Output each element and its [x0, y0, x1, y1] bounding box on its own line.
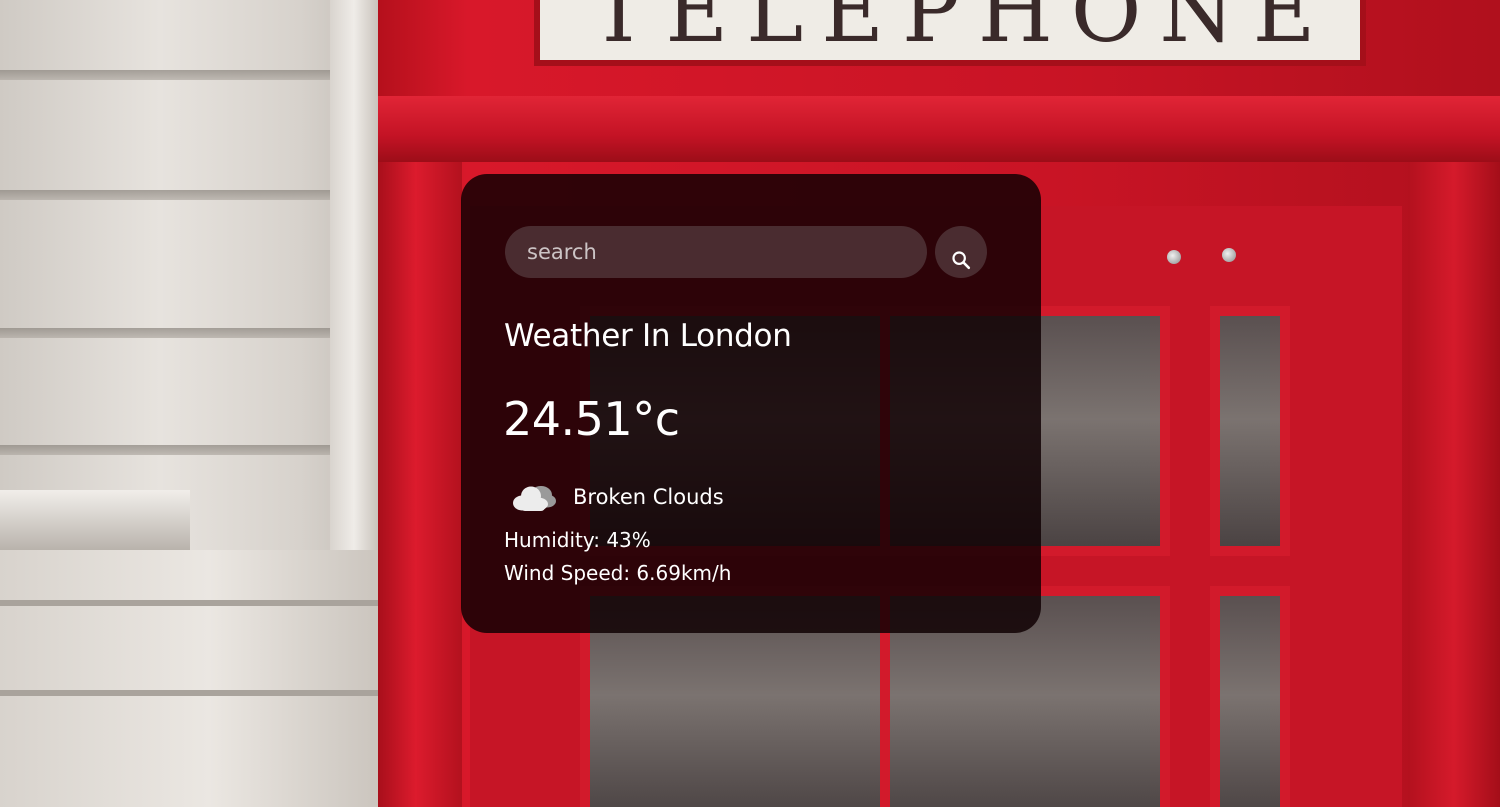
stone-course — [0, 190, 340, 200]
booth-frame-left — [378, 162, 462, 807]
booth-bolt — [1167, 250, 1181, 264]
weather-condition: Broken Clouds — [511, 480, 724, 514]
telephone-sign-text: TELEPHONE — [590, 0, 1334, 62]
app-root: TELEPHONE Weather In London — [0, 0, 1500, 807]
booth-bolt — [1222, 248, 1236, 262]
humidity-readout: Humidity: 43% — [504, 528, 651, 552]
booth-window-pane — [1210, 586, 1290, 807]
wind-speed-readout: Wind Speed: 6.69km/h — [504, 561, 732, 585]
booth-window-pane — [1210, 306, 1290, 556]
temperature: 24.51°c — [503, 392, 680, 446]
search-bar — [505, 226, 987, 278]
broken-clouds-icon — [513, 486, 556, 511]
stone-ledge — [0, 490, 190, 550]
telephone-sign: TELEPHONE — [534, 0, 1366, 66]
stone-lower-wall — [0, 550, 380, 807]
stone-line — [0, 690, 380, 696]
stone-line — [0, 600, 380, 606]
stone-course — [0, 445, 340, 455]
booth-roof-band — [378, 96, 1500, 162]
stone-course — [0, 70, 340, 80]
city-heading: Weather In London — [504, 318, 792, 354]
condition-description: Broken Clouds — [573, 485, 724, 509]
search-icon — [952, 250, 971, 269]
background-building — [0, 0, 400, 807]
booth-frame-right — [1408, 162, 1500, 807]
search-button[interactable] — [935, 226, 987, 278]
search-input[interactable] — [505, 226, 927, 278]
weather-card: Weather In London 24.51°c Broken Clouds … — [461, 174, 1041, 633]
stone-course — [0, 328, 340, 338]
